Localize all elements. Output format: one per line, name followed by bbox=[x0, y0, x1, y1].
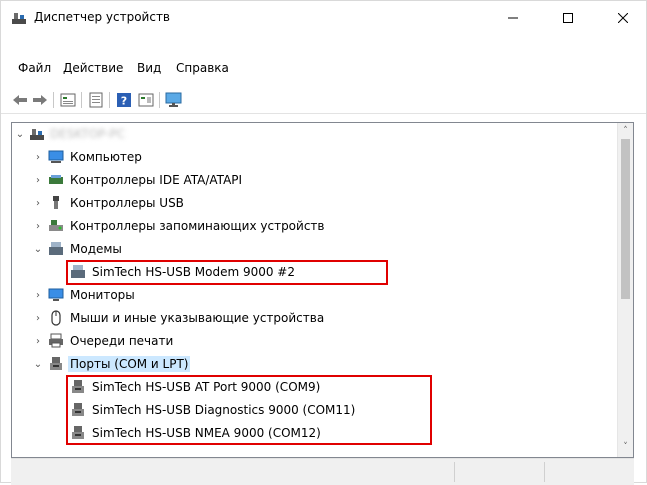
forward-arrow-icon bbox=[33, 95, 47, 105]
close-icon bbox=[618, 13, 628, 23]
tree-item-label: Очереди печати bbox=[70, 334, 174, 348]
tree-item-usb[interactable]: › Контроллеры USB bbox=[12, 192, 632, 214]
scrollbar-thumb[interactable] bbox=[621, 139, 630, 299]
expand-chevron-icon[interactable]: › bbox=[32, 215, 44, 237]
back-arrow-icon bbox=[13, 95, 27, 105]
scroll-up-icon[interactable]: ˄ bbox=[620, 125, 631, 137]
view-button[interactable] bbox=[137, 91, 155, 109]
tree-item-label: Компьютер bbox=[70, 150, 142, 164]
modem-icon bbox=[49, 242, 63, 255]
properties-button[interactable] bbox=[59, 91, 77, 109]
minimize-icon bbox=[508, 17, 518, 19]
tree-item-modems[interactable]: ⌄ Модемы bbox=[12, 238, 632, 260]
device-tree[interactable]: ⌄ DESKTOP-PC › Компьютер › Контроллеры I… bbox=[11, 122, 634, 458]
menu-view[interactable]: Вид bbox=[137, 61, 161, 75]
view-icon bbox=[138, 93, 154, 107]
tree-item-computer[interactable]: › Компьютер bbox=[12, 146, 632, 168]
tree-item-storage[interactable]: › Контроллеры запоминающих устройств bbox=[12, 215, 632, 237]
maximize-icon bbox=[563, 13, 573, 23]
tree-item-ports[interactable]: ⌄ Порты (COM и LPT) bbox=[12, 353, 632, 375]
status-bar bbox=[11, 458, 634, 485]
close-button[interactable] bbox=[600, 1, 646, 35]
monitor-icon bbox=[48, 288, 64, 301]
title-bar[interactable]: Диспетчер устройств bbox=[1, 1, 646, 35]
computer-root-icon bbox=[30, 129, 44, 140]
collapse-chevron-icon[interactable]: ⌄ bbox=[32, 353, 44, 375]
tree-item-label: Контроллеры запоминающих устройств bbox=[70, 219, 325, 233]
mouse-icon bbox=[51, 310, 61, 326]
svg-text:?: ? bbox=[121, 95, 127, 108]
menu-action[interactable]: Действие bbox=[63, 61, 123, 75]
expand-chevron-icon[interactable]: › bbox=[32, 284, 44, 306]
expand-chevron-icon[interactable]: › bbox=[32, 146, 44, 168]
forward-button[interactable] bbox=[31, 91, 49, 109]
tree-item-label: Порты (COM и LPT) bbox=[68, 356, 191, 372]
menu-bar: Файл Действие Вид Справка bbox=[1, 59, 646, 79]
tree-root[interactable]: ⌄ DESKTOP-PC bbox=[12, 123, 632, 145]
vertical-scrollbar[interactable]: ˄ ˅ bbox=[617, 123, 633, 457]
usb-icon bbox=[53, 196, 59, 209]
menu-help[interactable]: Справка bbox=[176, 61, 229, 75]
scan-hardware-button[interactable] bbox=[165, 91, 183, 109]
printer-icon bbox=[49, 333, 63, 348]
help-icon: ? bbox=[117, 93, 131, 108]
back-button[interactable] bbox=[11, 91, 29, 109]
expand-chevron-icon[interactable]: › bbox=[32, 307, 44, 329]
storage-controller-icon bbox=[49, 220, 63, 231]
tree-item-label: Контроллеры USB bbox=[70, 196, 184, 210]
collapse-chevron-icon[interactable]: ⌄ bbox=[32, 238, 44, 260]
tree-item-ide[interactable]: › Контроллеры IDE ATA/ATAPI bbox=[12, 169, 632, 191]
tree-item-monitors[interactable]: › Мониторы bbox=[12, 284, 632, 306]
toolbar: ? bbox=[1, 87, 646, 114]
tree-item-label: Модемы bbox=[70, 242, 122, 256]
properties-icon bbox=[60, 93, 76, 107]
tree-item-label: Мыши и иные указывающие устройства bbox=[70, 311, 325, 325]
scroll-down-icon[interactable]: ˅ bbox=[620, 441, 631, 453]
tree-item-label: Мониторы bbox=[70, 288, 135, 302]
tree-item-mice[interactable]: › Мыши и иные указывающие устройства bbox=[12, 307, 632, 329]
window-title: Диспетчер устройств bbox=[34, 10, 171, 24]
help-button[interactable]: ? bbox=[115, 91, 133, 109]
device-manager-window: Диспетчер устройств Файл Действие Вид Сп… bbox=[0, 0, 647, 485]
minimize-button[interactable] bbox=[490, 1, 536, 35]
expand-chevron-icon[interactable]: › bbox=[32, 169, 44, 191]
monitor-scan-icon bbox=[165, 92, 182, 107]
update-driver-icon bbox=[89, 92, 103, 108]
tree-item-print-queues[interactable]: › Очереди печати bbox=[12, 330, 632, 352]
computer-icon bbox=[48, 150, 64, 163]
maximize-button[interactable] bbox=[545, 1, 591, 35]
expand-chevron-icon[interactable]: › bbox=[32, 330, 44, 352]
collapse-chevron-icon[interactable]: ⌄ bbox=[14, 123, 26, 145]
menu-file[interactable]: Файл bbox=[18, 61, 51, 75]
update-driver-button[interactable] bbox=[87, 91, 105, 109]
device-manager-app-icon bbox=[12, 13, 26, 24]
tree-item-label: Контроллеры IDE ATA/ATAPI bbox=[70, 173, 243, 187]
ide-controller-icon bbox=[49, 175, 63, 184]
root-computer-name: DESKTOP-PC bbox=[50, 127, 126, 141]
port-icon bbox=[50, 357, 62, 370]
highlight-box-modem bbox=[66, 260, 388, 285]
highlight-box-ports bbox=[66, 375, 432, 445]
expand-chevron-icon[interactable]: › bbox=[32, 192, 44, 214]
